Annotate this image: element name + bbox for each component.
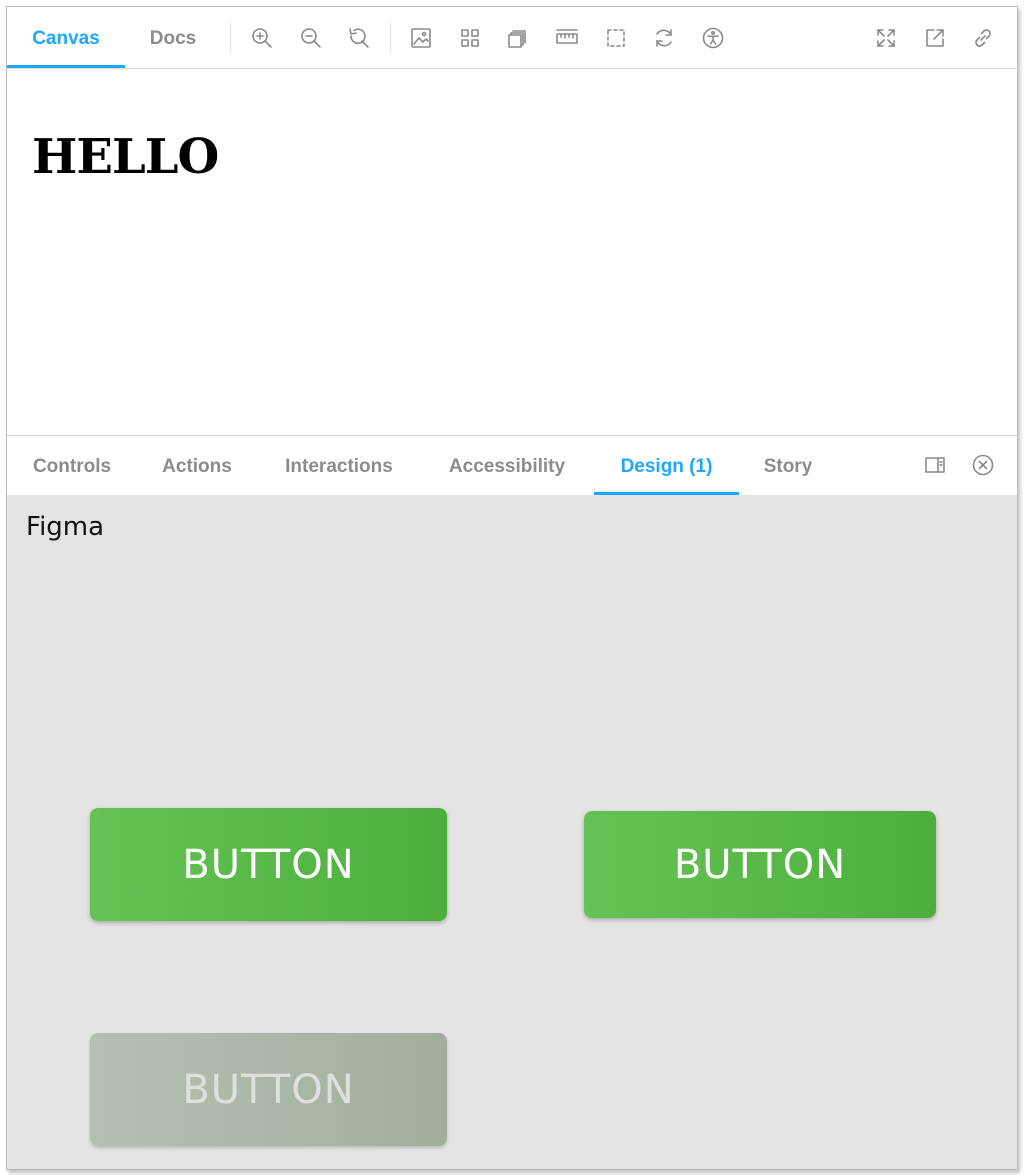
zoom-reset-icon[interactable] <box>346 25 372 51</box>
fullscreen-icon[interactable] <box>873 25 899 51</box>
top-toolbar: Canvas Docs <box>7 7 1017 69</box>
tab-story[interactable]: Story <box>749 436 827 495</box>
canvas-preview: HELLO <box>7 69 1017 436</box>
background-icon[interactable] <box>408 25 434 51</box>
open-new-tab-icon[interactable] <box>922 25 948 51</box>
tab-design[interactable]: Design (1) <box>594 436 739 495</box>
figma-source-label: Figma <box>26 512 105 542</box>
copy-link-icon[interactable] <box>970 25 996 51</box>
zoom-out-icon[interactable] <box>298 25 324 51</box>
outline-icon[interactable] <box>603 25 629 51</box>
tab-controls[interactable]: Controls <box>7 436 137 495</box>
design-panel: Figma BUTTON BUTTON BUTTON <box>7 496 1017 1169</box>
accessibility-icon[interactable] <box>700 25 726 51</box>
toolbar-divider <box>390 23 391 53</box>
zoom-in-icon[interactable] <box>249 25 275 51</box>
storybook-window: Canvas Docs HELLO Controls Actions Inter… <box>6 6 1018 1170</box>
ruler-icon[interactable] <box>554 25 580 51</box>
tab-actions[interactable]: Actions <box>147 436 247 495</box>
figma-button-disabled: BUTTON <box>90 1033 447 1146</box>
panel-orientation-icon[interactable] <box>922 452 948 478</box>
tab-docs[interactable]: Docs <box>125 7 221 68</box>
preview-heading: HELLO <box>32 129 219 185</box>
measure-icon[interactable] <box>505 25 531 51</box>
addons-panel-tabs: Controls Actions Interactions Accessibil… <box>7 436 1017 496</box>
figma-button-default[interactable]: BUTTON <box>90 808 447 921</box>
remount-icon[interactable] <box>651 25 677 51</box>
tab-interactions[interactable]: Interactions <box>263 436 415 495</box>
figma-button-default[interactable]: BUTTON <box>584 811 936 918</box>
tab-accessibility[interactable]: Accessibility <box>432 436 582 495</box>
toolbar-divider <box>230 23 231 53</box>
grid-icon[interactable] <box>457 25 483 51</box>
tab-canvas[interactable]: Canvas <box>7 7 125 68</box>
close-panel-icon[interactable] <box>970 452 996 478</box>
